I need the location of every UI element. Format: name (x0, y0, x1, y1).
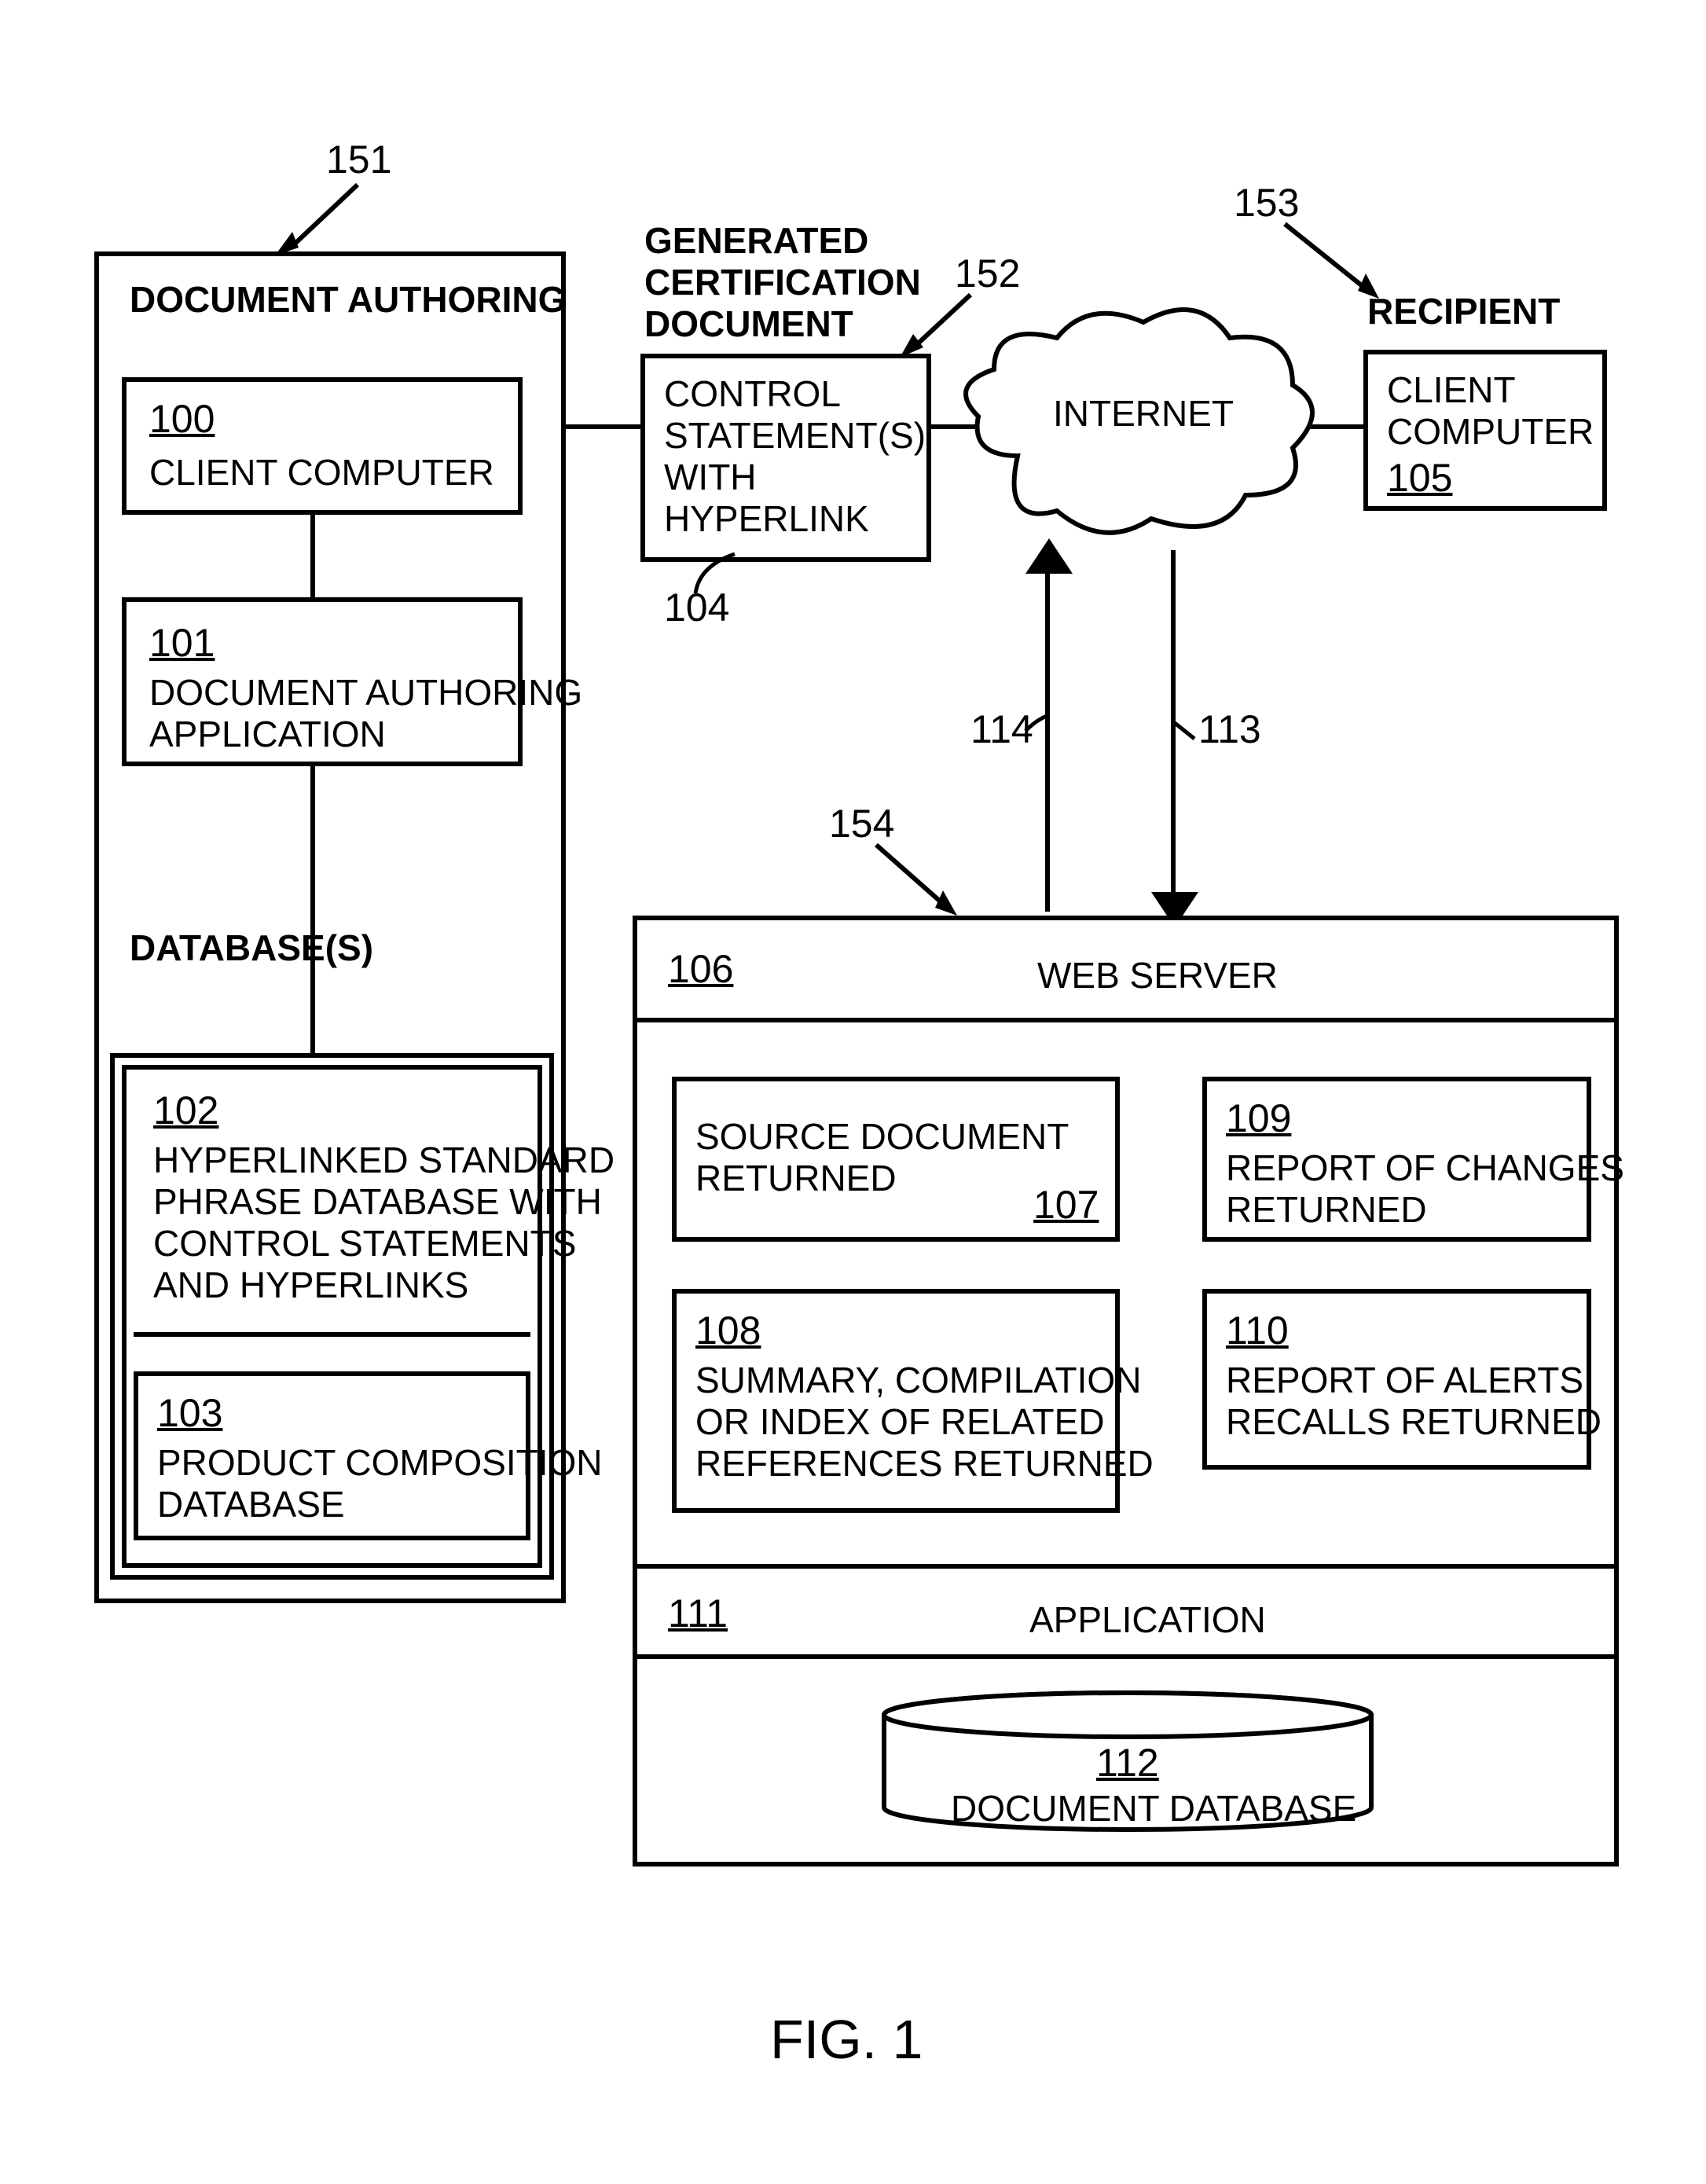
callout-152: 152 (955, 251, 1020, 297)
ws-sep-2 (633, 1564, 1619, 1569)
internet-label: INTERNET (1053, 393, 1234, 435)
ref-112: 112 (1096, 1741, 1159, 1786)
conn-cloud-recipient (1308, 424, 1367, 429)
conn-100-101 (310, 515, 315, 597)
label-103: PRODUCT COMPOSITION DATABASE (157, 1442, 603, 1525)
pointer-154-icon (864, 841, 967, 919)
label-application: APPLICATION (1029, 1599, 1266, 1641)
pointer-153-icon (1273, 220, 1391, 306)
db-sep (134, 1332, 530, 1337)
pointer-104 (692, 550, 747, 597)
pointer-152-icon (896, 291, 982, 362)
callout-151: 151 (326, 138, 391, 183)
ref-105: 105 (1387, 456, 1452, 501)
generated-title: GENERATED CERTIFICATION DOCUMENT (644, 220, 921, 345)
callout-153: 153 (1234, 181, 1299, 226)
recipient-title: RECIPIENT (1367, 291, 1560, 332)
label-doc-authoring-app: DOCUMENT AUTHORING APPLICATION (149, 672, 582, 755)
label-110: REPORT OF ALERTS, RECALLS RETURNED (1226, 1360, 1601, 1443)
document-authoring-title: DOCUMENT AUTHORING (130, 279, 566, 321)
ws-sep-1 (633, 1018, 1619, 1022)
tick-114 (1025, 715, 1053, 739)
ws-sep-3 (633, 1654, 1619, 1659)
label-108: SUMMARY, COMPILATION OR INDEX OF RELATED… (695, 1360, 1154, 1485)
ref-106: 106 (668, 947, 733, 993)
label-doc-database: DOCUMENT DATABASE (951, 1788, 1356, 1830)
ref-110: 110 (1226, 1309, 1289, 1354)
tick-113 (1175, 723, 1202, 747)
pointer-151-icon (275, 181, 377, 259)
ref-109: 109 (1226, 1096, 1291, 1142)
label-102: HYPERLINKED STANDARD PHRASE DATABASE WIT… (153, 1140, 615, 1306)
label-107: SOURCE DOCUMENT RETURNED (695, 1116, 1069, 1199)
databases-header: DATABASE(S) (130, 927, 373, 969)
label-109: REPORT OF CHANGES RETURNED (1226, 1147, 1624, 1231)
label-105: CLIENT COMPUTER (1387, 369, 1594, 453)
ref-111: 111 (668, 1591, 728, 1637)
ref-107: 107 (1033, 1183, 1099, 1228)
label-113: 113 (1198, 707, 1261, 753)
conn-auth-104 (566, 424, 644, 429)
label-client-computer: CLIENT COMPUTER (149, 452, 494, 494)
callout-154: 154 (829, 802, 894, 847)
arrow-114-head-icon (1025, 538, 1073, 578)
ref-102: 102 (153, 1088, 218, 1134)
ref-100: 100 (149, 397, 215, 442)
ref-103: 103 (157, 1391, 222, 1437)
label-114: 114 (970, 707, 1033, 753)
label-web-server: WEB SERVER (1037, 955, 1278, 997)
figure-label: FIG. 1 (770, 2008, 923, 2072)
diagram-canvas: DOCUMENT AUTHORING 100 CLIENT COMPUTER 1… (0, 0, 1706, 2184)
label-104: CONTROL STATEMENT(S) WITH HYPERLINK (664, 373, 926, 540)
ref-108: 108 (695, 1309, 761, 1354)
ref-101: 101 (149, 621, 215, 666)
